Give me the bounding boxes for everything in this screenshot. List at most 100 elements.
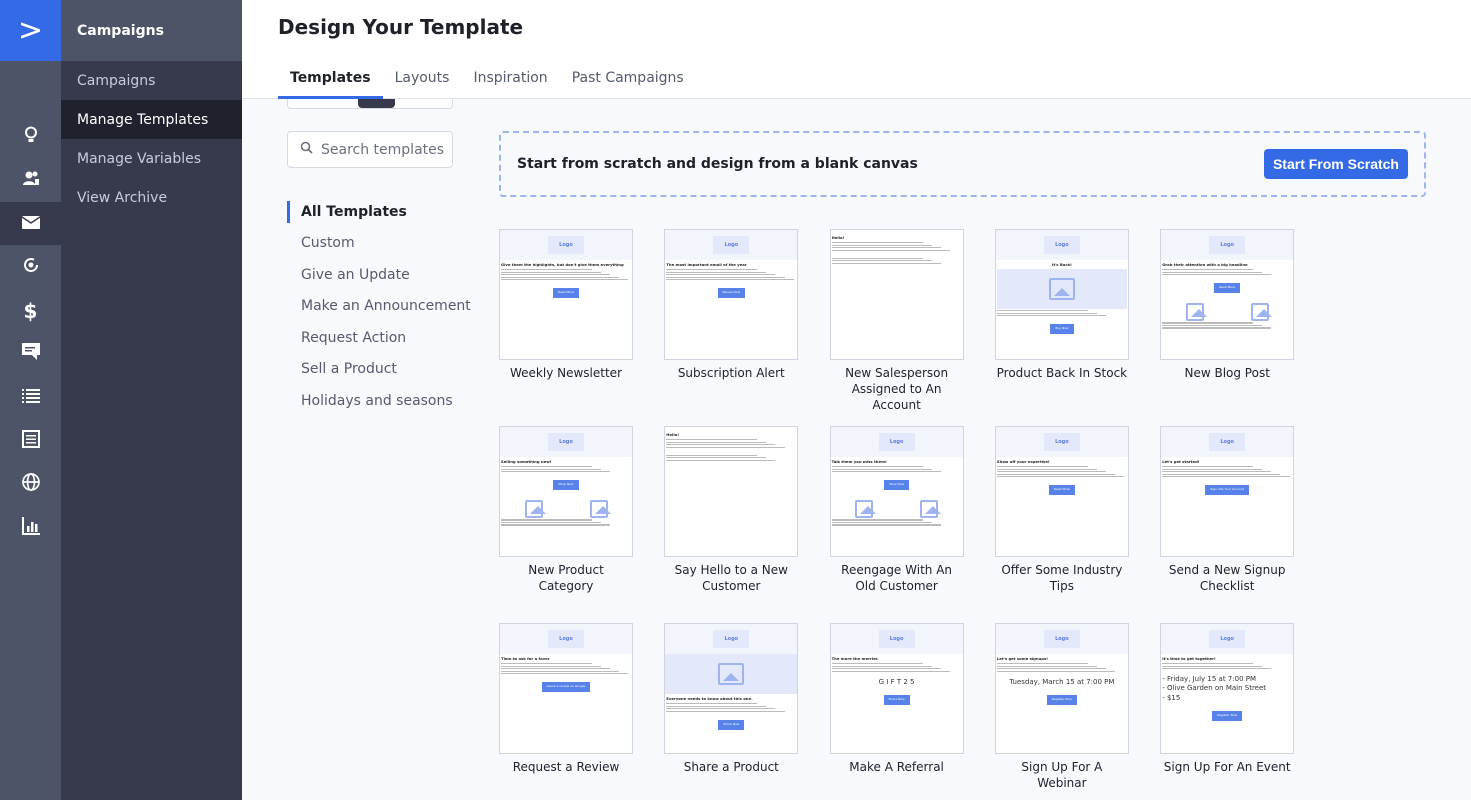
submenu-item[interactable]: Manage Variables: [61, 139, 242, 178]
text-line: [1162, 327, 1272, 329]
template-card[interactable]: Logo Let's get started! Sign Into Your Acc…: [1160, 426, 1295, 594]
rail-item-globe[interactable]: [0, 463, 61, 506]
text-line: [996, 665, 1097, 667]
template-card[interactable]: Logo Talk them you miss them! Shop Now Reen…: [829, 426, 964, 594]
thumb-button: Buy Now: [1050, 324, 1074, 335]
text-line: [501, 524, 611, 526]
template-card[interactable]: Logo Time to ask for a favor Leave a revie…: [499, 623, 633, 775]
category-item[interactable]: All Templates: [287, 201, 471, 223]
template-card[interactable]: Logo Let's get some signups! Tuesday, Marc…: [994, 623, 1129, 791]
thumb-highlight: - $15: [1162, 693, 1181, 702]
template-card[interactable]: Logo Everyone needs to know about this on…: [664, 623, 799, 775]
text-line: [666, 705, 767, 707]
text-line: [666, 274, 776, 276]
tab-bar: Templates Layouts Inspiration Past Campaign…: [278, 70, 696, 99]
template-thumbnail[interactable]: Logo Selling something new! Shop Now: [499, 426, 633, 557]
rail-item-forms[interactable]: [0, 419, 61, 462]
template-card[interactable]: Logo Show off your expertise! Read More Off…: [994, 426, 1129, 594]
template-thumbnail[interactable]: Logo Let's get some signups! Tuesday, Marc…: [994, 623, 1129, 754]
template-thumbnail[interactable]: Logo Talk them you miss them! Shop Now: [829, 426, 964, 557]
template-thumbnail[interactable]: Logo Time to ask for a favor Leave a revie…: [499, 623, 633, 754]
submenu-title: Campaigns: [61, 0, 242, 61]
template-thumbnail[interactable]: Logo Grab their attention with a big head…: [1160, 229, 1295, 360]
rail-item-reports[interactable]: [0, 506, 61, 549]
template-name: New Product Category: [528, 563, 604, 593]
thumb-heading: Selling something new!: [501, 459, 552, 464]
start-from-scratch-button[interactable]: Start From Scratch: [1263, 149, 1408, 179]
tab[interactable]: Past Campaigns: [560, 70, 696, 99]
search-input[interactable]: Search templates: [287, 131, 453, 168]
template-thumbnail[interactable]: Hello!: [829, 229, 964, 360]
text-line: [831, 665, 932, 667]
lightbulb-icon: [24, 126, 38, 148]
tab[interactable]: Templates: [278, 70, 383, 99]
template-thumbnail[interactable]: Logo The more the merrier. G I F T 2 5 Shar…: [829, 623, 964, 754]
category-item[interactable]: Make an Announcement: [287, 291, 471, 323]
category-item[interactable]: Give an Update: [287, 259, 471, 291]
template-thumbnail[interactable]: Logo Everyone needs to know about this on…: [664, 623, 799, 754]
template-name: Say Hello to a New Customer: [674, 563, 788, 593]
text-line: [501, 279, 629, 281]
thumb-button: Share Now: [883, 694, 910, 705]
rail-item-lightbulb[interactable]: [0, 115, 61, 158]
thumb-button: Register Now: [1212, 710, 1243, 721]
rail-item-list[interactable]: [0, 376, 61, 419]
icon-rail: > $: [0, 0, 453, 800]
template-thumbnail[interactable]: Logo It's time to get together! - Friday, …: [1160, 623, 1295, 754]
text-line: [996, 310, 1088, 312]
rail-item-chat[interactable]: [0, 332, 61, 375]
text-line: [831, 466, 923, 468]
tab[interactable]: Layouts: [383, 70, 462, 99]
text-line: [996, 312, 1097, 314]
text-line: [501, 673, 629, 675]
mail-icon: [21, 214, 40, 233]
text-line: [1162, 663, 1254, 665]
logo-placeholder: Logo: [548, 433, 584, 451]
template-card[interactable]: Logo Give them the highlights, but don't …: [499, 229, 633, 381]
text-line: [831, 247, 941, 249]
submenu-item[interactable]: Manage Templates: [61, 100, 242, 139]
template-thumbnail[interactable]: Logo The most important email of the year…: [664, 229, 799, 360]
template-card[interactable]: Hello! New Salesperson Assigned to An Acc…: [829, 229, 964, 413]
template-thumbnail[interactable]: Logo Let's get started! Sign Into Your Acc…: [1160, 426, 1295, 557]
category-item[interactable]: Request Action: [287, 322, 471, 354]
thumb-highlight: G I F T 2 5: [878, 677, 915, 686]
logo-placeholder: Logo: [878, 433, 915, 451]
template-thumbnail[interactable]: Logo Show off your expertise! Read More: [994, 426, 1129, 557]
template-card[interactable]: Logo The more the merrier. G I F T 2 5 Shar…: [829, 623, 964, 775]
text-line: [1162, 665, 1263, 667]
text-line: [666, 457, 767, 459]
template-thumbnail[interactable]: Logo It's Back! Buy Now: [994, 229, 1129, 360]
template-card[interactable]: Hello! Say Hello to a New Customer: [664, 426, 799, 594]
template-card[interactable]: Logo Grab their attention with a big head…: [1160, 229, 1295, 381]
submenu-item[interactable]: View Archive: [61, 178, 242, 217]
rail-item-mail[interactable]: [0, 202, 61, 246]
brand-logo[interactable]: >: [0, 0, 61, 61]
thumb-heading: Time to ask for a favor: [501, 656, 550, 661]
image-icon: [718, 663, 745, 685]
logo-placeholder: Logo: [1209, 433, 1246, 451]
category-item[interactable]: Custom: [287, 228, 471, 260]
template-thumbnail[interactable]: Logo Give them the highlights, but don't …: [499, 229, 633, 360]
template-name: Sign Up For A Webinar: [1021, 760, 1103, 790]
text-line: [666, 710, 785, 712]
category-item[interactable]: Holidays and seasons: [287, 385, 471, 417]
template-card[interactable]: Logo Selling something new! Shop Now New Pr…: [499, 426, 633, 594]
thumb-heading: Let's get some signups!: [996, 656, 1048, 661]
text-line: [666, 439, 758, 441]
thumb-button: Leave a review on Google: [541, 682, 591, 693]
tab[interactable]: Inspiration: [461, 70, 559, 99]
template-thumbnail[interactable]: Hello!: [664, 426, 799, 557]
submenu-item[interactable]: Campaigns: [61, 61, 242, 100]
template-card[interactable]: Logo It's Back! Buy Now Product Back In Sto…: [994, 229, 1129, 381]
text-line: [501, 663, 592, 665]
template-card[interactable]: Logo The most important email of the year…: [664, 229, 799, 381]
template-card[interactable]: Logo It's time to get together! - Friday, …: [1160, 623, 1295, 775]
rail-item-automation[interactable]: [0, 246, 61, 289]
category-item[interactable]: Sell a Product: [287, 354, 471, 386]
rail-item-contacts[interactable]: [0, 159, 61, 202]
text-line: [831, 668, 941, 670]
rail-item-dollar[interactable]: $: [0, 289, 61, 332]
text-line: [501, 521, 602, 524]
logo-placeholder: Logo: [713, 630, 750, 648]
